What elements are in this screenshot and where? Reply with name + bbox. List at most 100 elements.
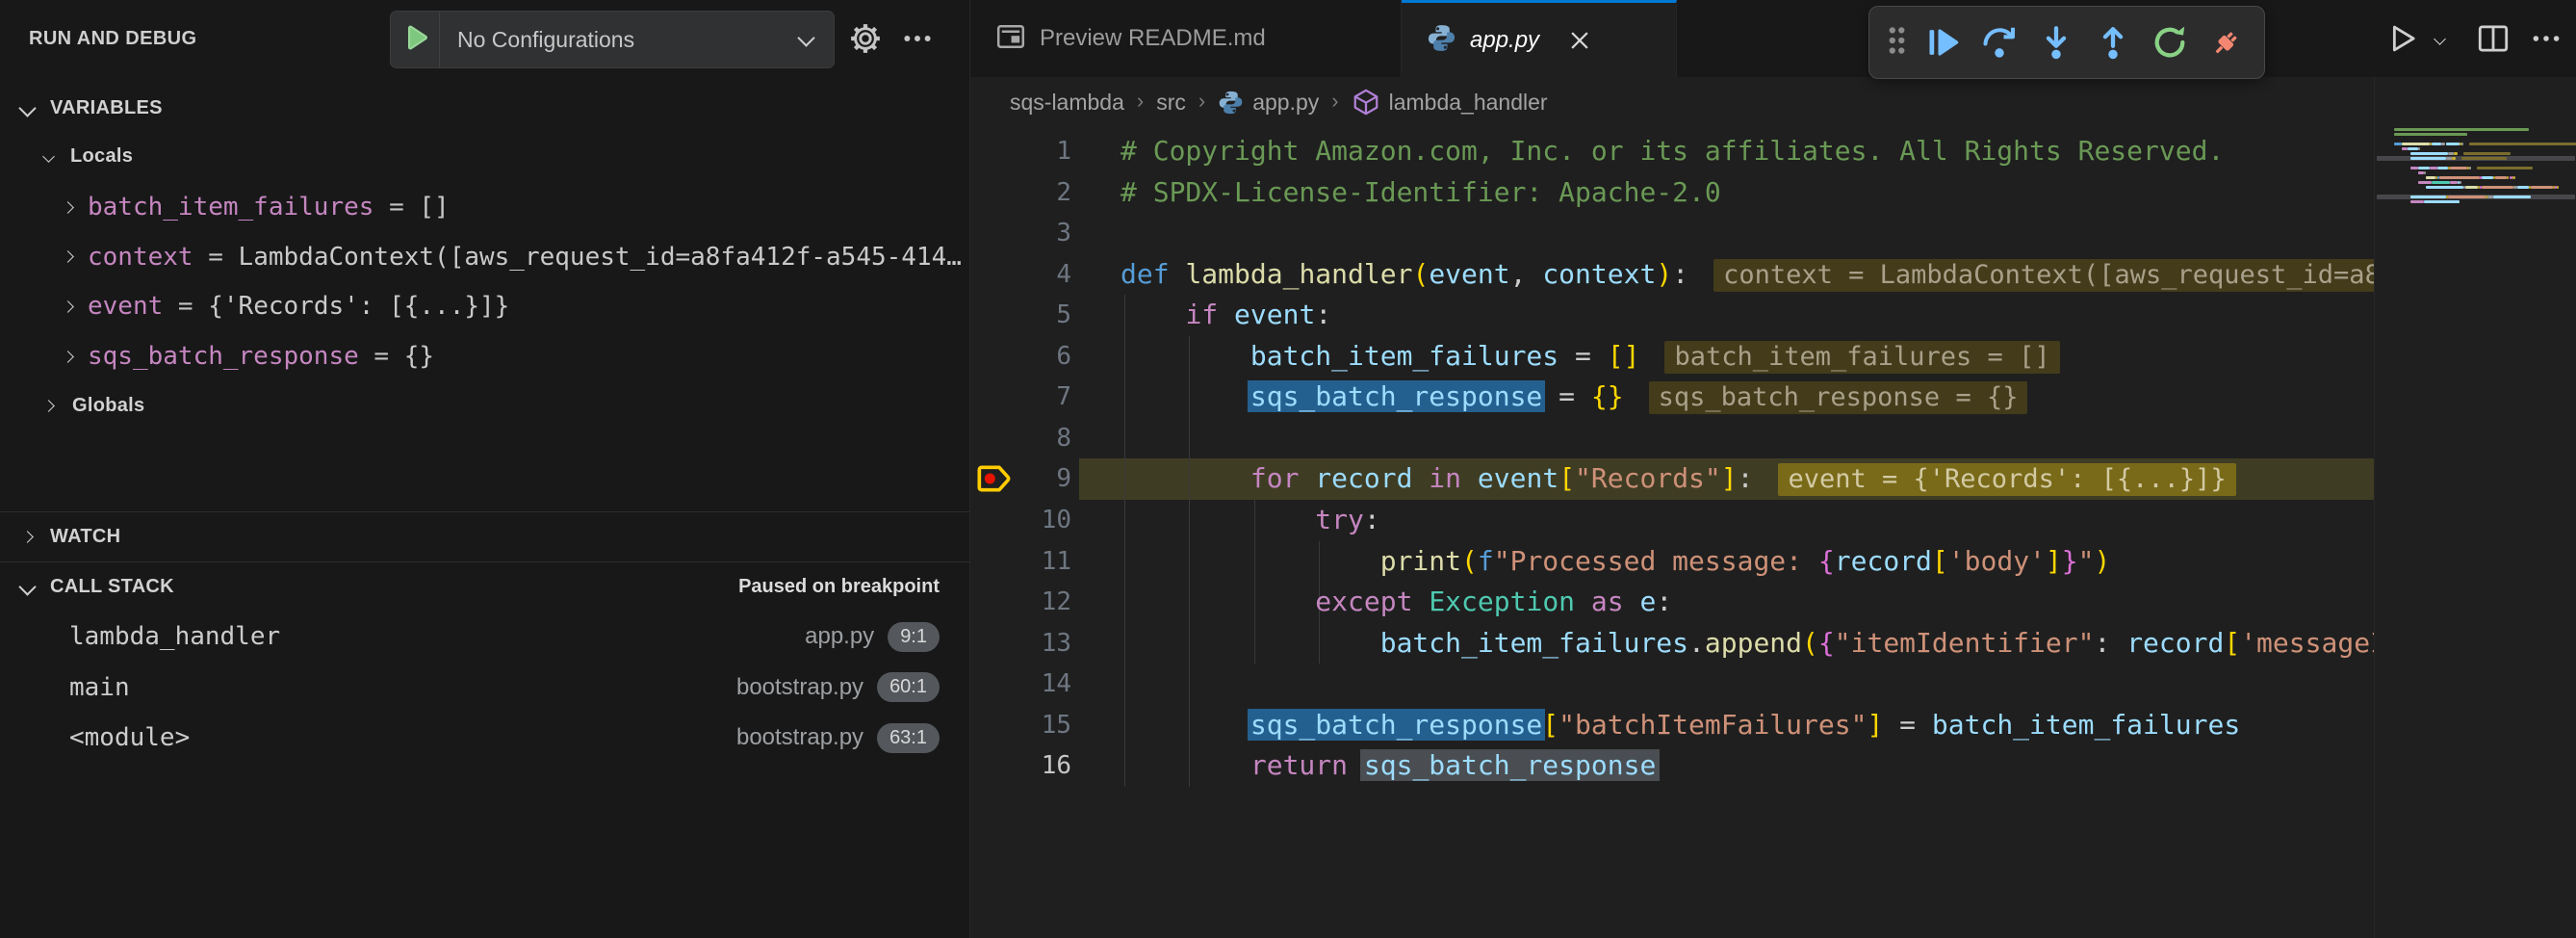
frame-file: bootstrap.py	[736, 724, 863, 751]
line-number: 1	[1004, 131, 1071, 172]
chevron-down-icon	[42, 150, 55, 163]
debug-continue-icon[interactable]	[1921, 16, 1964, 68]
code-line-15: sqs_batch_response["batchItemFailures"] …	[1121, 705, 2240, 746]
close-icon[interactable]	[1566, 27, 1593, 54]
editor-actions	[2381, 0, 2567, 77]
globals-group[interactable]: Globals	[0, 384, 969, 427]
code-line-1: # Copyright Amazon.com, Inc. or its affi…	[1121, 131, 2224, 172]
watch-section-header[interactable]: WATCH	[0, 513, 969, 560]
line-number: 7	[1004, 377, 1071, 418]
line-number: 2	[1004, 172, 1071, 214]
more-actions-icon[interactable]	[895, 0, 940, 77]
section-divider	[0, 511, 969, 512]
gear-icon[interactable]	[845, 0, 886, 77]
breadcrumb-item-lambda-handler[interactable]: lambda_handler	[1352, 88, 1548, 117]
debug-disconnect-icon[interactable]	[2205, 16, 2248, 68]
variable-name: event	[88, 292, 163, 321]
paused-status: Paused on breakpoint	[738, 576, 940, 598]
breadcrumb: sqs-lambda› src› app.py› lambda_handler	[1010, 77, 1548, 127]
breadcrumb-separator: ›	[1198, 89, 1205, 114]
debug-toolbar	[1868, 6, 2265, 79]
variable-value: LambdaContext([aws_request_id=a8fa412f-a…	[239, 243, 962, 272]
breadcrumb-separator: ›	[1137, 89, 1144, 114]
debug-inline-value: sqs_batch_response = {}	[1649, 381, 2028, 414]
breadcrumb-item-src[interactable]: src	[1156, 90, 1186, 116]
chevron-right-icon	[62, 300, 74, 313]
frame-position-badge: 63:1	[877, 723, 940, 753]
code-line-9: for record in event["Records"]:event = {…	[1121, 458, 2236, 500]
chevron-down-icon	[18, 99, 36, 117]
editor-region: Preview README.md app.py sqs	[970, 0, 2576, 938]
vscode-debug-window: RUN AND DEBUG No Configurations	[0, 0, 2576, 938]
tab-label: app.py	[1470, 27, 1539, 54]
breakpoint-current-icon[interactable]	[976, 462, 1015, 500]
code-line-5: if event:	[1121, 295, 1331, 336]
start-debug-button[interactable]	[391, 12, 440, 67]
debug-restart-icon[interactable]	[2149, 16, 2191, 68]
editor-tab-bar: Preview README.md app.py	[970, 0, 2576, 78]
locals-group[interactable]: Locals	[0, 135, 969, 177]
run-icon[interactable]	[2381, 21, 2423, 56]
variables-section-header[interactable]: VARIABLES	[0, 87, 969, 129]
split-editor-icon[interactable]	[2471, 21, 2515, 56]
variable-value: []	[419, 193, 449, 221]
globals-label: Globals	[72, 395, 144, 417]
code-line-7: sqs_batch_response = {}sqs_batch_respons…	[1121, 377, 2027, 418]
chevron-down-icon[interactable]	[2423, 35, 2456, 43]
variables-label: VARIABLES	[50, 97, 163, 119]
frame-position-badge: 60:1	[877, 672, 940, 702]
locals-label: Locals	[70, 145, 133, 168]
variable-row-sqs_batch_response[interactable]: sqs_batch_response = {}	[0, 335, 969, 378]
frame-position-badge: 9:1	[888, 622, 940, 652]
chevron-right-icon	[62, 201, 74, 214]
stack-frame-row[interactable]: lambda_handler app.py 9:1	[0, 615, 969, 658]
stack-frame-row[interactable]: <module> bootstrap.py 63:1	[0, 717, 969, 759]
debug-inline-value: event = {'Records': [{...}]}	[1778, 463, 2235, 496]
debug-inline-value: batch_item_failures = []	[1664, 341, 2059, 374]
tab-app-py[interactable]: app.py	[1402, 0, 1677, 77]
breadcrumb-item-sqs-lambda[interactable]: sqs-lambda	[1010, 90, 1124, 116]
gripper-icon[interactable]	[1886, 22, 1907, 64]
call-stack-label: CALL STACK	[50, 576, 174, 598]
code-line-6: batch_item_failures = []batch_item_failu…	[1121, 336, 2060, 378]
code-line-12: except Exception as e:	[1121, 582, 1672, 623]
variable-row-batch_item_failures[interactable]: batch_item_failures = []	[0, 186, 969, 228]
code-line-11: print(f"Processed message: {record['body…	[1121, 541, 2110, 583]
line-number: 16	[1004, 745, 1071, 787]
frame-name: <module>	[69, 723, 190, 752]
line-number: 6	[1004, 336, 1071, 378]
variable-row-context[interactable]: context = LambdaContext([aws_request_id=…	[0, 236, 969, 278]
variable-value: {}	[404, 342, 434, 371]
debug-step-over-icon[interactable]	[1978, 16, 2021, 68]
line-number: 11	[1004, 541, 1071, 583]
chevron-right-icon	[62, 250, 74, 263]
line-number: 10	[1004, 500, 1071, 541]
debug-config-dropdown[interactable]: No Configurations	[390, 11, 835, 68]
preview-icon	[995, 21, 1026, 57]
tab-preview-readme-md[interactable]: Preview README.md	[970, 0, 1402, 77]
python-icon	[1218, 90, 1244, 116]
chevron-right-icon	[21, 531, 34, 543]
variable-name: context	[88, 243, 193, 272]
breadcrumb-item-app-py[interactable]: app.py	[1218, 90, 1319, 116]
watch-label: WATCH	[50, 526, 120, 548]
line-number: 12	[1004, 582, 1071, 623]
frame-name: main	[69, 673, 130, 702]
code-editor[interactable]: sqs-lambda› src› app.py› lambda_handler …	[970, 77, 2576, 938]
sidebar-header: RUN AND DEBUG No Configurations	[0, 0, 969, 77]
line-number: 15	[1004, 705, 1071, 746]
sidebar-title: RUN AND DEBUG	[29, 0, 196, 77]
line-number: 14	[1004, 664, 1071, 705]
debug-step-into-icon[interactable]	[2035, 16, 2077, 68]
variable-row-event[interactable]: event = {'Records': [{...}]}	[0, 285, 969, 327]
call-stack-section-header[interactable]: CALL STACK Paused on breakpoint	[0, 563, 969, 611]
frame-file: bootstrap.py	[736, 674, 863, 701]
ellipsis-icon[interactable]	[2525, 22, 2567, 55]
stack-frame-row[interactable]: main bootstrap.py 60:1	[0, 666, 969, 709]
frame-file: app.py	[805, 623, 874, 650]
debug-step-out-icon[interactable]	[2092, 16, 2134, 68]
line-number: 4	[1004, 254, 1071, 296]
chevron-right-icon	[42, 400, 55, 412]
tab-label: Preview README.md	[1040, 25, 1266, 52]
minimap[interactable]	[2374, 77, 2576, 938]
